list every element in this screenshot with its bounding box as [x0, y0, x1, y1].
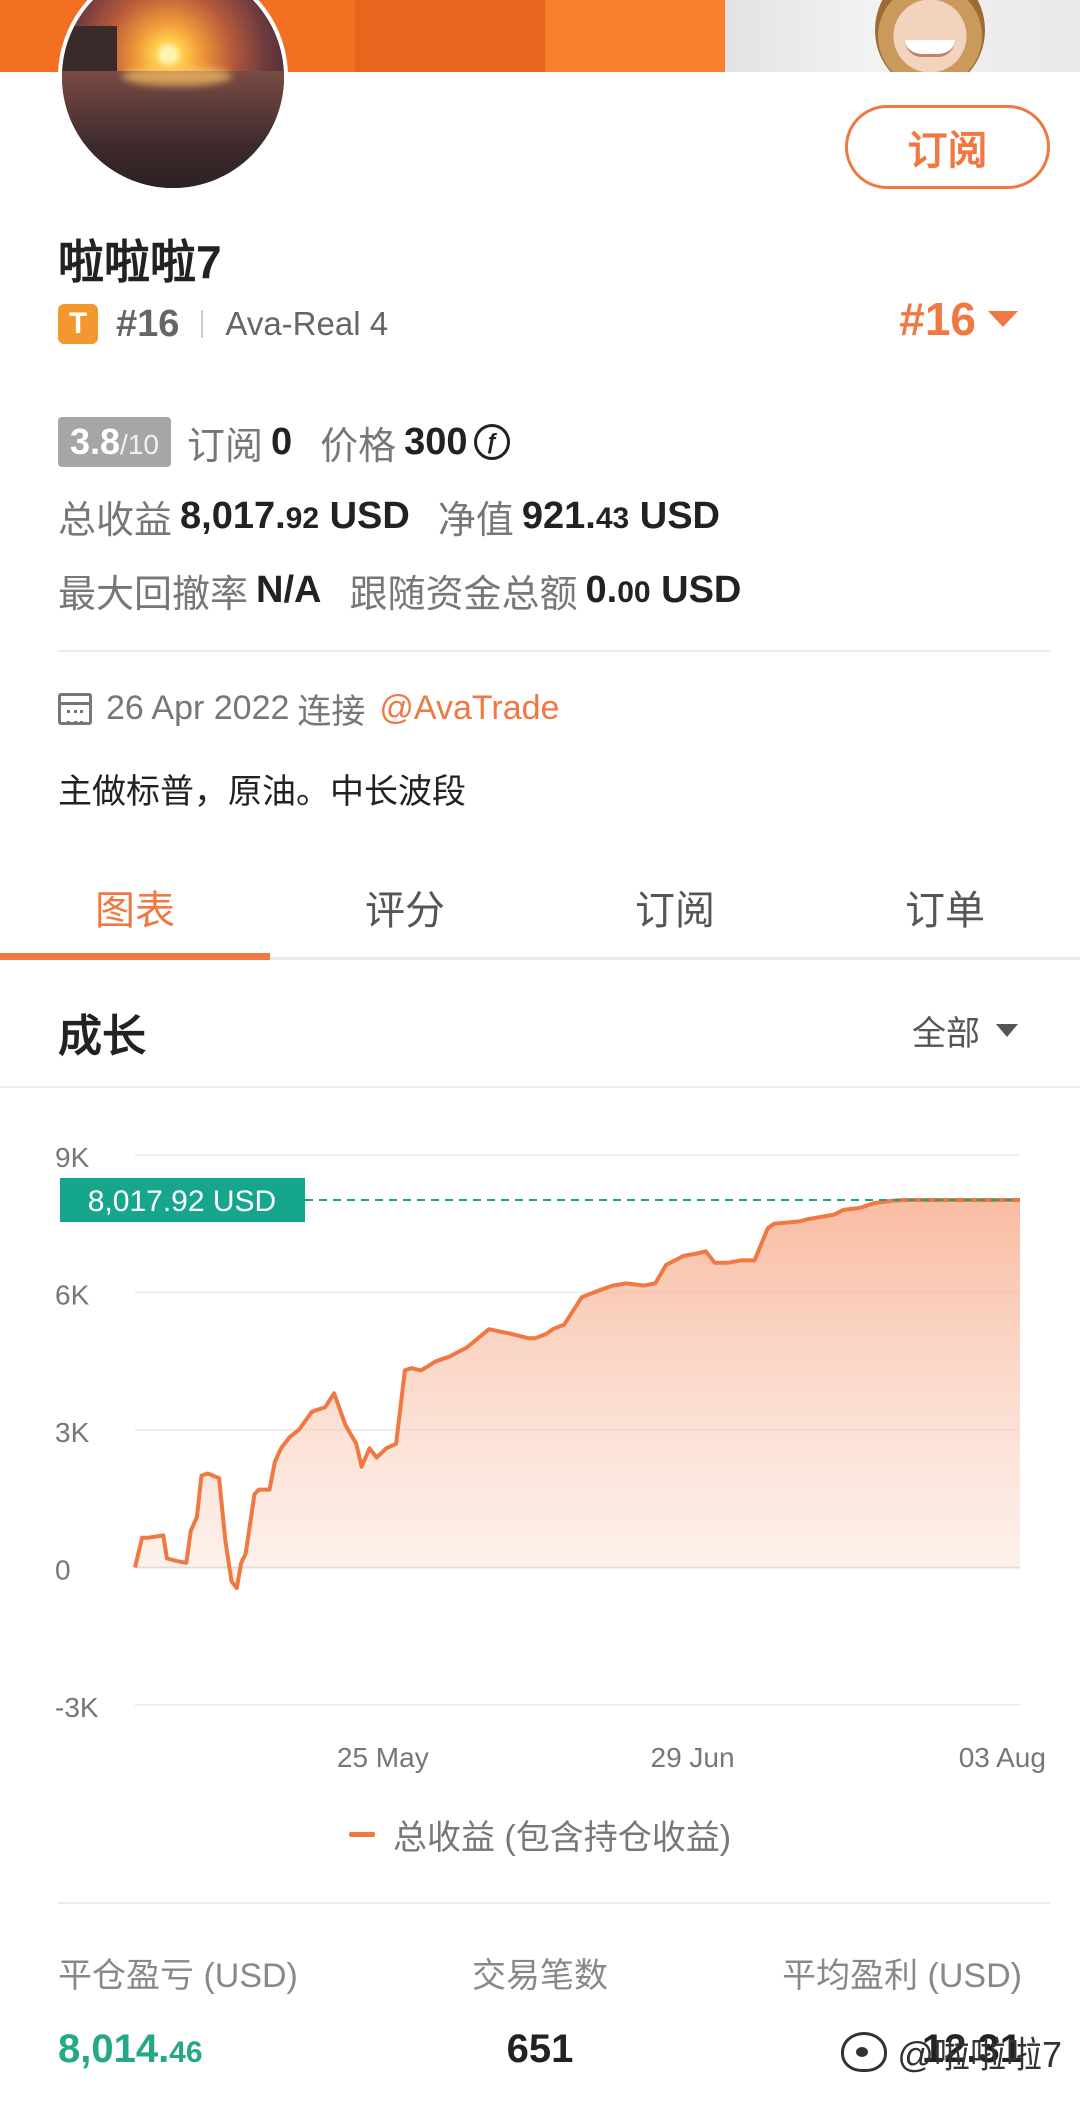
divider: [58, 1902, 1050, 1904]
y-tick-label: 0: [55, 1555, 71, 1586]
tab-subscription[interactable]: 订阅: [540, 856, 810, 957]
max-drawdown-value: N/A: [256, 568, 322, 611]
connection-date: 26 Apr 2022: [106, 689, 290, 727]
divider: [58, 650, 1050, 652]
strategy-description: 主做标普，原油。中长波段: [58, 773, 466, 811]
avatar[interactable]: [58, 0, 288, 192]
weibo-watermark: @啦啦啦7: [841, 2026, 1062, 2078]
total-profit-value: 8,017.92 USD: [180, 495, 410, 538]
tab-orders[interactable]: 订单: [810, 856, 1080, 957]
total-profit-label: 总收益: [58, 499, 173, 542]
separator: [201, 310, 204, 338]
follow-funds-int: 0.: [585, 568, 618, 611]
username: 啦啦啦7: [58, 236, 222, 288]
chevron-down-icon: [996, 1024, 1018, 1037]
avatar-sea: [62, 71, 284, 188]
legend-swatch: [348, 1832, 375, 1837]
follow-funds-value: 0.00 USD: [585, 569, 741, 612]
calendar-icon: [58, 692, 92, 725]
subscribers-label: 订阅: [186, 425, 263, 468]
y-tick-label: 9K: [55, 1142, 90, 1173]
broker-link[interactable]: @AvaTrade: [379, 689, 559, 728]
x-tick-label: 29 Jun: [651, 1742, 735, 1773]
rank-dropdown[interactable]: #16: [899, 292, 1018, 346]
trader-badge: T: [58, 304, 98, 344]
range-filter-label: 全部: [912, 1015, 980, 1053]
tab-bar: 图表 评分 订阅 订单: [0, 856, 1080, 960]
score-value: 3.8: [70, 421, 121, 462]
tab-chart[interactable]: 图表: [0, 856, 270, 960]
subscribe-button[interactable]: 订阅: [845, 105, 1050, 189]
growth-title: 成长: [58, 1012, 146, 1061]
stats-line-1: 3.8/10 订阅 0 价格 300 ƒ: [58, 414, 1038, 470]
range-filter[interactable]: 全部: [912, 1006, 1018, 1055]
avatar-house: [62, 26, 117, 71]
legend-label: 总收益 (包含持仓收益): [392, 1819, 732, 1857]
growth-header: 成长 全部: [0, 960, 1080, 1088]
score-badge: 3.8/10: [58, 417, 171, 467]
stats-line-3: 最大回撤率 N/A 跟随资金总额 0.00 USD: [58, 562, 1038, 618]
trades-value: 651: [506, 2027, 574, 2071]
rank-number: #16: [116, 302, 180, 345]
avg-profit-label: 平均盈利 (USD): [782, 1957, 1022, 1995]
closed-pl-int: 8,014.: [58, 2027, 170, 2071]
price-label: 价格: [320, 425, 397, 468]
equity-dec: 43: [595, 501, 630, 535]
follow-funds-unit: USD: [650, 568, 742, 611]
subscribers-value: 0: [271, 420, 293, 463]
connection-word: 连接: [297, 693, 366, 731]
total-profit-unit: USD: [319, 494, 410, 537]
stats-line-2: 总收益 8,017.92 USD 净值 921.43 USD: [58, 488, 1038, 544]
trades-stat: 交易笔数 651: [472, 1948, 608, 2072]
follow-funds-dec: 00: [617, 575, 651, 609]
growth-chart[interactable]: 9K 6K 3K 0 -3K 25 May 29 Jun 03 Aug 8,017.92 USD: [0, 1090, 1080, 1840]
total-profit-int: 8,017.: [180, 494, 286, 537]
follow-funds-label: 跟随资金总额: [349, 573, 578, 616]
closed-pl-stat: 平仓盈亏 (USD) 8,014.46: [58, 1948, 298, 2072]
account-name: Ava-Real 4: [225, 305, 389, 342]
price-value: 300: [404, 420, 468, 463]
y-tick-label: -3K: [55, 1692, 99, 1723]
tab-rating[interactable]: 评分: [270, 856, 540, 957]
avatar-sun-reflection: [122, 66, 232, 86]
x-tick-label: 03 Aug: [959, 1742, 1046, 1773]
rank-row: T #16 Ava-Real 4: [58, 300, 388, 348]
score-denominator: /10: [120, 429, 159, 460]
max-drawdown-label: 最大回撤率: [58, 573, 249, 616]
banner-stripe: [355, 0, 545, 72]
y-tick-label: 6K: [55, 1280, 90, 1311]
growth-chart-svg: 9K 6K 3K 0 -3K 25 May 29 Jun 03 Aug 8,017.92 USD: [55, 1142, 1046, 1773]
total-profit-dec: 92: [285, 501, 320, 535]
coin-icon: ƒ: [473, 424, 510, 460]
equity-value: 921.43 USD: [522, 495, 720, 538]
x-tick-label: 25 May: [337, 1742, 429, 1773]
closed-pl-label: 平仓盈亏 (USD): [58, 1957, 298, 1995]
trades-label: 交易笔数: [472, 1957, 608, 1995]
closed-pl-dec: 46: [169, 2036, 203, 2069]
series-area: [135, 1200, 1020, 1589]
current-value-label: 8,017.92 USD: [88, 1185, 276, 1218]
equity-label: 净值: [437, 499, 514, 542]
equity-unit: USD: [629, 494, 720, 537]
closed-pl-value: 8,014.46: [58, 2027, 298, 2072]
y-tick-label: 3K: [55, 1417, 90, 1448]
banner-photo: [725, 0, 1080, 72]
banner-face-image: [875, 0, 985, 72]
caret-down-icon: [988, 311, 1018, 327]
banner-stripe: [545, 0, 735, 72]
weibo-icon: [841, 2032, 888, 2072]
chart-legend[interactable]: 总收益 (包含持仓收益): [0, 1810, 1080, 1859]
rank-dropdown-label: #16: [899, 293, 976, 345]
connection-row: 26 Apr 2022 连接 @AvaTrade: [58, 684, 559, 733]
watermark-text: @啦啦啦7: [897, 2034, 1062, 2075]
equity-int: 921.: [521, 494, 596, 537]
stats-block: 3.8/10 订阅 0 价格 300 ƒ 总收益 8,017.92 USD 净值…: [58, 414, 1038, 636]
